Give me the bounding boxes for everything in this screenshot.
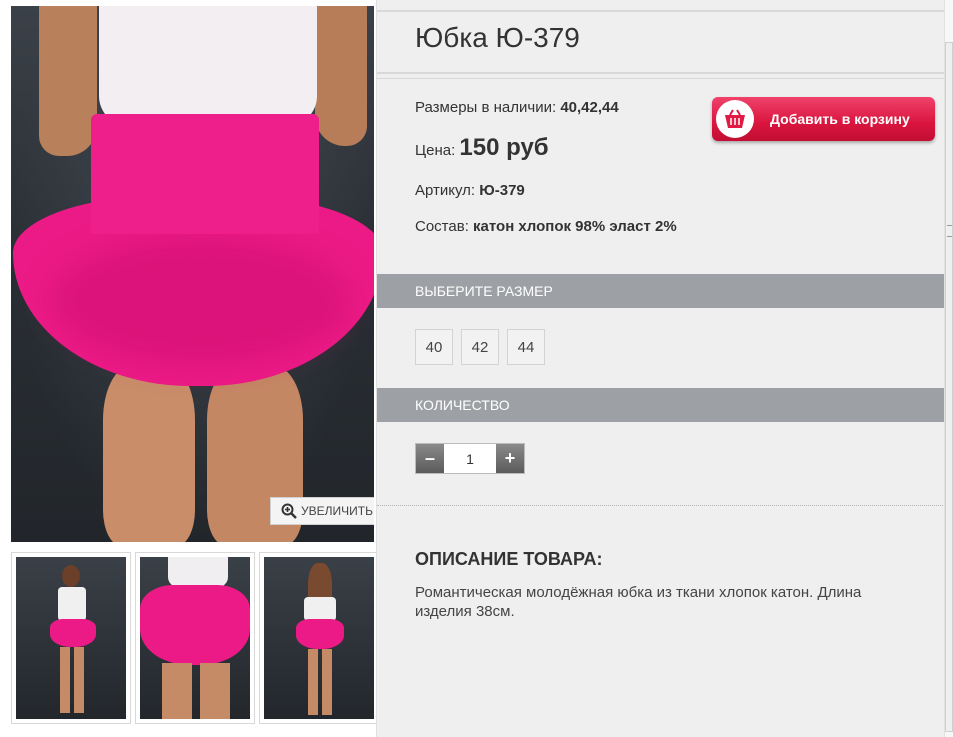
price-value: 150 руб (459, 134, 549, 161)
thumbnail-full-length-back[interactable] (259, 552, 379, 724)
thumbnail-full-length-front[interactable] (11, 552, 131, 724)
scrollbar-thumb[interactable] (945, 42, 953, 732)
scrollbar[interactable] (944, 0, 953, 737)
composition: Состав: катон хлопок 98% эласт 2% (415, 218, 685, 236)
size-option-40[interactable]: 40 (415, 329, 453, 365)
magnifier-plus-icon (281, 503, 297, 519)
size-option-42[interactable]: 42 (461, 329, 499, 365)
product-details: Юбка Ю-379 Размеры в наличии: 40,42,44 Ц… (376, 0, 945, 737)
product-gallery: УВЕЛИЧИТЬ (0, 0, 379, 737)
thumbnail-skirt-closeup[interactable] (135, 552, 255, 724)
thumbnail-image (16, 557, 126, 719)
thumbnail-image (264, 557, 374, 719)
article-value: Ю-379 (479, 182, 525, 199)
composition-label: Состав: (415, 218, 469, 235)
sizes-label: Размеры в наличии: (415, 99, 557, 116)
article-label: Артикул: (415, 182, 476, 199)
photo-skirt-shade (51, 236, 351, 366)
divider (377, 505, 945, 506)
price: Цена: 150 руб (415, 134, 549, 162)
divider (377, 78, 945, 79)
quantity-input[interactable] (444, 444, 496, 473)
photo-arm-left (39, 6, 97, 156)
sizes-available: Размеры в наличии: 40,42,44 (415, 99, 619, 116)
price-label: Цена: (415, 142, 456, 159)
thumbnail-strip (11, 552, 379, 724)
photo-skirt-waist (91, 114, 319, 234)
quantity-section-header: КОЛИЧЕСТВО (377, 388, 945, 422)
divider (377, 10, 945, 12)
photo-shirt (99, 6, 317, 126)
photo-arm-right (315, 6, 367, 146)
article: Артикул: Ю-379 (415, 182, 525, 199)
divider (377, 72, 945, 74)
description-title: ОПИСАНИЕ ТОВАРА: (415, 549, 603, 569)
add-to-cart-label: Добавить в корзину (770, 111, 910, 127)
quantity-stepper: – + (415, 443, 525, 474)
scrollbar-grip-icon (947, 225, 952, 237)
quantity-decrease-button[interactable]: – (416, 444, 444, 473)
thumbnail-image (140, 557, 250, 719)
zoom-button[interactable]: УВЕЛИЧИТЬ (270, 497, 374, 525)
main-product-image[interactable]: УВЕЛИЧИТЬ (11, 6, 374, 542)
add-to-cart-button[interactable]: Добавить в корзину (712, 97, 935, 141)
size-section-header: ВЫБЕРИТЕ РАЗМЕР (377, 274, 945, 308)
description-text: Романтическая молодёжная юбка из ткани х… (415, 584, 862, 620)
composition-value: катон хлопок 98% эласт 2% (473, 218, 677, 235)
size-option-44[interactable]: 44 (507, 329, 545, 365)
photo-leg-left (103, 366, 195, 542)
size-options: 40 42 44 (415, 329, 545, 365)
quantity-increase-button[interactable]: + (496, 444, 524, 473)
basket-icon (716, 100, 754, 138)
sizes-value: 40,42,44 (560, 99, 619, 116)
page-title: Юбка Ю-379 (415, 22, 580, 53)
zoom-button-label: УВЕЛИЧИТЬ (301, 504, 373, 518)
